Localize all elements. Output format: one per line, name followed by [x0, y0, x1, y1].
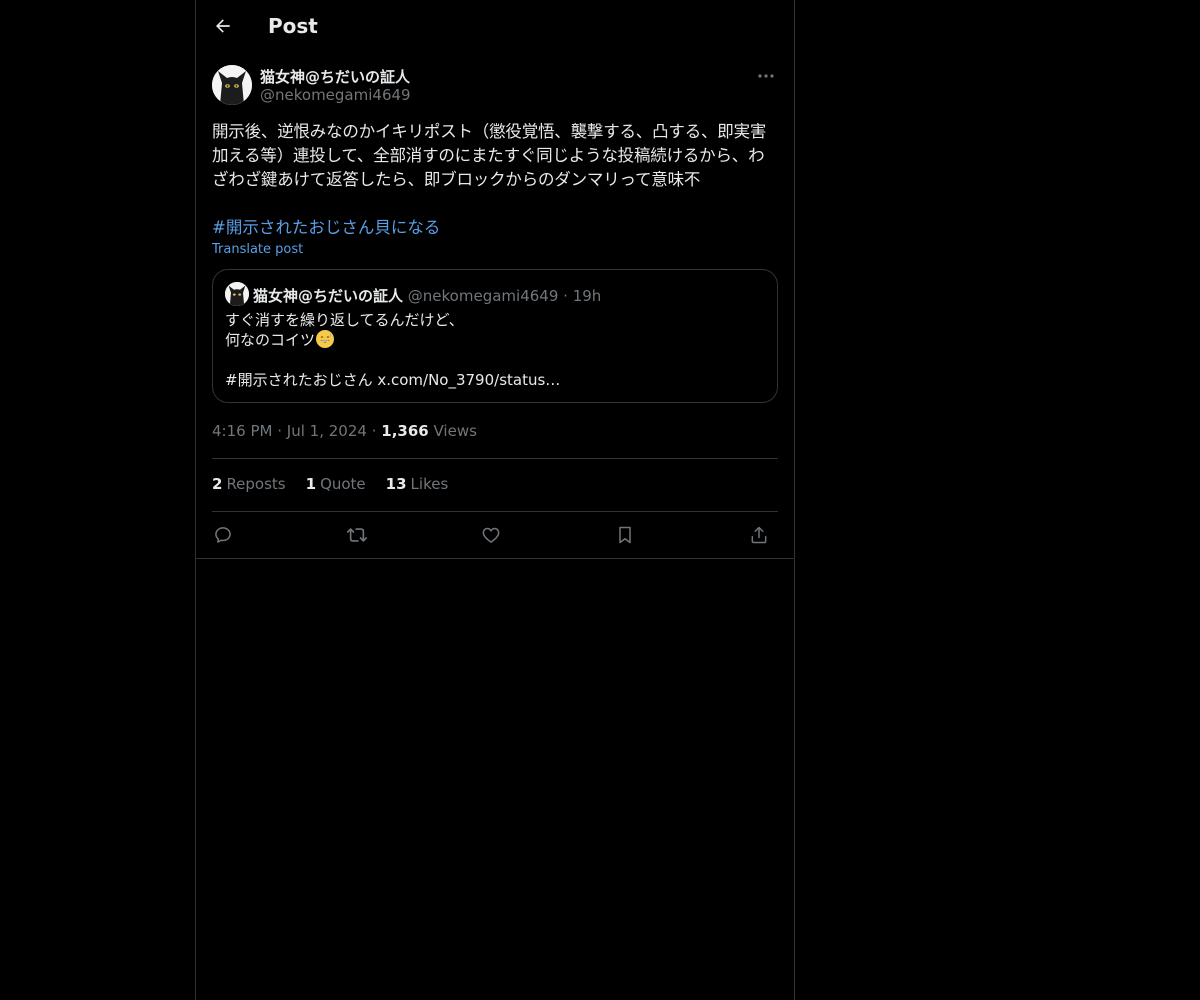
- reply-icon: [213, 525, 233, 545]
- arrow-left-icon: [213, 16, 233, 36]
- meta-separator: ·: [277, 422, 283, 440]
- post-actions: [212, 520, 778, 550]
- quote-line: すぐ消すを繰り返してるんだけど、: [225, 311, 464, 329]
- share-button[interactable]: [746, 522, 772, 548]
- quote-author-handle: @nekomegami4649: [407, 287, 559, 305]
- more-options-button[interactable]: [754, 66, 778, 86]
- post-meta: 4:16 PM · Jul 1, 2024 · 1,366 Views: [212, 422, 477, 440]
- bookmark-button[interactable]: [612, 522, 638, 548]
- post-time[interactable]: 4:16 PM: [212, 422, 272, 440]
- repost-button[interactable]: [344, 522, 370, 548]
- quote-avatar: [225, 282, 249, 306]
- author-name[interactable]: 猫女神@ちだいの証人: [260, 66, 410, 87]
- quote-line: #開示されたおじさん x.com/No_3790/status…: [225, 371, 561, 389]
- quote-header: 猫女神@ちだいの証人 @nekomegami4649 · 19h: [253, 285, 601, 306]
- quote-line: 何なのコイツ: [225, 330, 765, 350]
- quote-line: [225, 350, 765, 370]
- bookmark-icon: [616, 525, 634, 545]
- share-icon: [749, 525, 769, 545]
- repost-icon: [346, 525, 368, 545]
- like-icon: [481, 525, 501, 545]
- quoted-post[interactable]: 猫女神@ちだいの証人 @nekomegami4649 · 19h すぐ消すを繰り…: [212, 269, 778, 403]
- quotes-label: Quote: [320, 475, 366, 493]
- more-horizontal-icon: [758, 74, 774, 78]
- views-label: Views: [433, 422, 477, 440]
- likes-stat[interactable]: 13 Likes: [386, 475, 449, 493]
- quote-line-text: 何なのコイツ: [225, 331, 316, 349]
- quote-time: 19h: [572, 287, 602, 305]
- like-button[interactable]: [478, 522, 504, 548]
- likes-label: Likes: [410, 475, 449, 493]
- meta-separator: ·: [371, 422, 377, 440]
- grinning-sweat-emoji-icon: [316, 330, 335, 348]
- quotes-stat[interactable]: 1 Quote: [306, 475, 366, 493]
- post-bottom-border: [196, 558, 794, 559]
- post-text-spacer: [212, 192, 778, 216]
- likes-count: 13: [385, 475, 407, 493]
- main-column: Post 猫女神@ちだいの証人 @nekomegami4649 開示後、逆恨みな…: [195, 0, 795, 1000]
- page-header: Post: [196, 0, 794, 54]
- quote-author-name: 猫女神@ちだいの証人: [253, 287, 404, 305]
- post-text: 開示後、逆恨みなのかイキリポスト（懲役覚悟、襲撃する、凸する、即実害加える等）連…: [212, 122, 767, 189]
- back-button[interactable]: [208, 11, 238, 41]
- divider: [212, 458, 778, 459]
- post: 猫女神@ちだいの証人 @nekomegami4649 開示後、逆恨みなのかイキリ…: [212, 64, 778, 403]
- quotes-count: 1: [305, 475, 317, 493]
- author-handle[interactable]: @nekomegami4649: [260, 86, 411, 104]
- reposts-count: 2: [212, 475, 223, 493]
- quote-separator: ·: [563, 287, 568, 305]
- quote-text: すぐ消すを繰り返してるんだけど、 何なのコイツ #開示されたおじさん x.com…: [225, 310, 765, 390]
- reply-button[interactable]: [210, 522, 236, 548]
- views-count: 1,366: [381, 422, 429, 440]
- reposts-stat[interactable]: 2 Reposts: [212, 475, 286, 493]
- post-date[interactable]: Jul 1, 2024: [287, 422, 367, 440]
- page-title: Post: [268, 14, 318, 38]
- post-stats: 2 Reposts 1 Quote 13 Likes: [212, 475, 448, 493]
- avatar[interactable]: [212, 65, 252, 105]
- reposts-label: Reposts: [226, 475, 286, 493]
- translate-post-link[interactable]: Translate post: [212, 242, 778, 257]
- divider: [212, 511, 778, 512]
- hashtag-link[interactable]: #開示されたおじさん貝になる: [212, 216, 778, 240]
- post-author-row: 猫女神@ちだいの証人 @nekomegami4649: [212, 64, 778, 106]
